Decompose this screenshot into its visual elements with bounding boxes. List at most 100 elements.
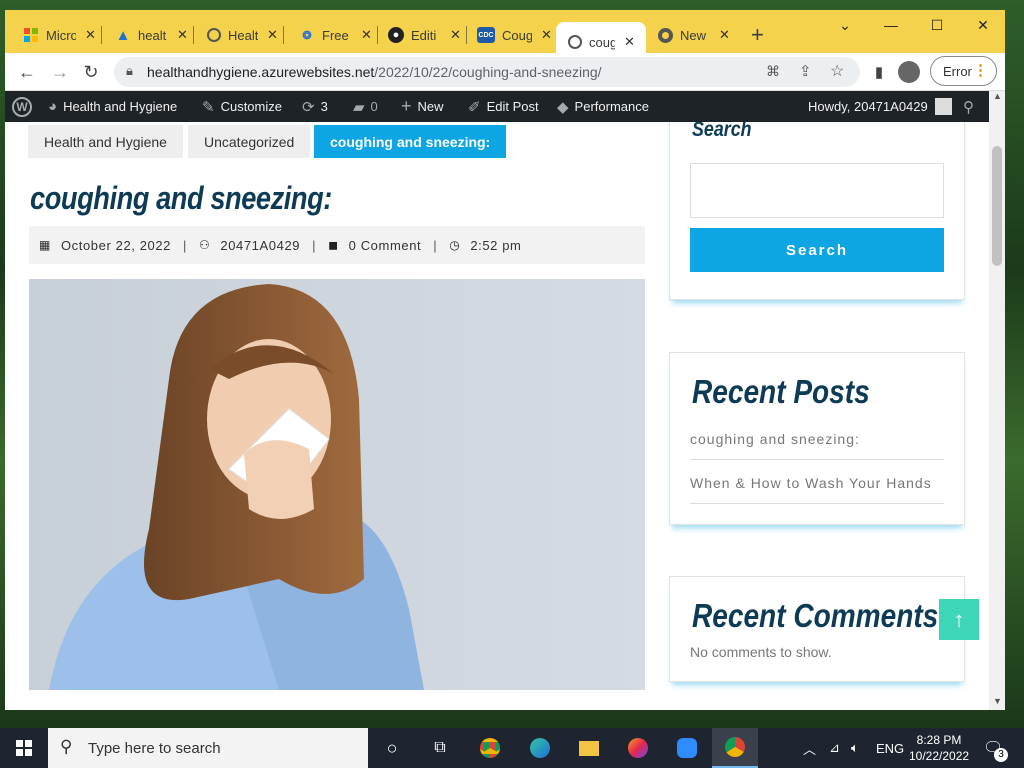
taskbar-firefox[interactable] [626, 736, 650, 760]
forward-button[interactable]: → [48, 60, 72, 84]
category-tag-health[interactable]: Health and Hygiene [28, 125, 183, 158]
tab-title: coug [589, 34, 615, 50]
recent-post-link[interactable]: coughing and sneezing: [690, 431, 944, 460]
taskbar-edge[interactable] [528, 736, 552, 760]
minimize-button[interactable]: — [868, 10, 914, 40]
tab-5[interactable]: ● Editi ✕ [388, 14, 467, 56]
tab-title: Micro [46, 27, 76, 43]
close-tab-icon[interactable]: ✕ [719, 27, 730, 43]
dashboard-icon: ◕ [48, 98, 58, 115]
no-comments-text: No comments to show. [690, 644, 832, 660]
new-content-link[interactable]: + New [401, 91, 444, 122]
tab-3[interactable]: Healt ✕ [207, 14, 284, 56]
folder-icon [579, 740, 599, 756]
search-icon: ⚲ [60, 737, 73, 756]
maximize-button[interactable]: ☐ [914, 10, 960, 40]
new-tab-button[interactable]: + [751, 14, 764, 56]
clock-icon: ◷ [449, 238, 461, 252]
comments-icon: ◼ [328, 238, 339, 252]
post-date[interactable]: October 22, 2022 [61, 238, 171, 253]
site-name-link[interactable]: ◕ Health and Hygiene [48, 91, 177, 122]
taskbar-file-explorer[interactable] [577, 736, 601, 760]
chrome-icon [658, 27, 673, 43]
tab-2[interactable]: ▲ healt ✕ [115, 14, 194, 56]
address-bar[interactable]: 🔒︎ healthandhygiene.azurewebsites.net/20… [114, 57, 860, 87]
input-language[interactable]: ENG [876, 728, 904, 768]
tab-title: Free [322, 27, 349, 43]
reload-button[interactable]: ↻ [79, 60, 103, 84]
category-tag-uncategorized[interactable]: Uncategorized [188, 125, 311, 158]
tab-8[interactable]: New ✕ [658, 14, 730, 56]
task-view-button[interactable]: ⧉ [428, 736, 452, 760]
scroll-down-icon[interactable]: ▼ [993, 696, 1002, 706]
search-button[interactable]: Search [690, 228, 944, 272]
performance-link[interactable]: ◆ Performance [557, 91, 649, 122]
taskbar-search-box[interactable]: ⚲ Type here to search [48, 728, 368, 768]
wordpress-logo-button[interactable]: W [12, 91, 32, 122]
brush-icon: ✎ [202, 98, 215, 116]
clock[interactable]: 8:28 PM 10/22/2022 [909, 728, 969, 768]
notification-center[interactable]: 🗨︎ 3 [983, 728, 1008, 768]
page-scrollbar[interactable]: ▲ ▼ [989, 91, 1005, 710]
start-button[interactable] [12, 736, 36, 760]
search-input[interactable] [690, 163, 944, 218]
pencil-icon: ✐ [468, 98, 481, 116]
back-button[interactable]: ← [15, 60, 39, 84]
tab-6[interactable]: CDC Coug ✕ [477, 14, 558, 56]
bookmark-star-icon[interactable]: ☆ [830, 61, 844, 81]
comments-link[interactable]: ▰ 0 [353, 91, 378, 122]
divider: | [433, 237, 438, 253]
chevron-down-icon: ⌄ [839, 16, 851, 33]
updates-link[interactable]: ⟳ 3 [302, 91, 328, 122]
side-panel-icon: ▮ [874, 64, 884, 81]
close-tab-icon[interactable]: ✕ [267, 27, 278, 43]
scroll-up-icon[interactable]: ▲ [993, 91, 1002, 101]
arrow-left-icon: ← [18, 61, 36, 82]
category-tag-current[interactable]: coughing and sneezing: [314, 125, 507, 158]
tab-title: healt [138, 27, 167, 43]
taskbar-zoom[interactable] [675, 736, 699, 760]
error-button[interactable]: Error ⋮ [930, 56, 997, 86]
close-tab-icon[interactable]: ✕ [85, 27, 96, 43]
error-label: Error [943, 63, 972, 79]
tab-search-button[interactable]: ⌄ [822, 10, 868, 40]
howdy-label: Howdy, 20471A0429 [808, 99, 928, 114]
close-tab-icon[interactable]: ✕ [624, 34, 635, 50]
side-panel-button[interactable]: ▮ [867, 60, 891, 84]
show-hidden-icons[interactable]: ︿ [803, 728, 816, 768]
post-author[interactable]: 20471A0429 [220, 238, 300, 253]
scroll-to-top-button[interactable]: ↑ [939, 599, 979, 640]
cortana-button[interactable]: ○ [380, 736, 404, 760]
admin-search-button[interactable]: ⚲ [963, 91, 980, 122]
menu-dots-icon: ⋮ [973, 62, 988, 79]
taskbar-chrome[interactable] [478, 736, 502, 760]
comments-count: 0 [370, 99, 378, 114]
maximize-icon: ☐ [930, 16, 944, 33]
tab-1[interactable]: Micro ✕ [23, 14, 102, 56]
close-window-button[interactable]: ✕ [960, 10, 1006, 40]
tab-4[interactable]: ❂ Free ✕ [299, 14, 378, 56]
my-account-link[interactable]: Howdy, 20471A0429 [808, 91, 952, 122]
tab-title: Coug [502, 27, 532, 43]
firefox-icon [628, 738, 648, 758]
profile-avatar[interactable] [898, 61, 920, 83]
task-view-icon: ⧉ [434, 739, 446, 756]
scrollbar-thumb[interactable] [992, 146, 1002, 266]
edit-post-link[interactable]: ✐ Edit Post [468, 91, 539, 122]
network-status[interactable]: ⊿ [829, 728, 840, 768]
close-tab-icon[interactable]: ✕ [541, 27, 552, 43]
close-tab-icon[interactable]: ✕ [361, 27, 372, 43]
post-comment-count[interactable]: 0 Comment [349, 238, 422, 253]
tab-title: New [680, 27, 707, 43]
taskbar-chrome-active[interactable] [712, 728, 758, 768]
cortana-circle-icon: ○ [386, 737, 398, 758]
customize-link[interactable]: ✎ Customize [202, 91, 282, 122]
volume-control[interactable]: 🔈︎ [851, 728, 859, 768]
close-tab-icon[interactable]: ✕ [450, 27, 461, 43]
url-text[interactable]: healthandhygiene.azurewebsites.net/2022/… [147, 64, 602, 80]
recent-post-link[interactable]: When & How to Wash Your Hands [690, 475, 944, 504]
clock-date: 10/22/2022 [909, 749, 970, 763]
share-icon[interactable]: ⇪ [799, 62, 812, 80]
close-tab-icon[interactable]: ✕ [177, 27, 188, 43]
translate-icon[interactable]: ⌘ [766, 63, 780, 80]
